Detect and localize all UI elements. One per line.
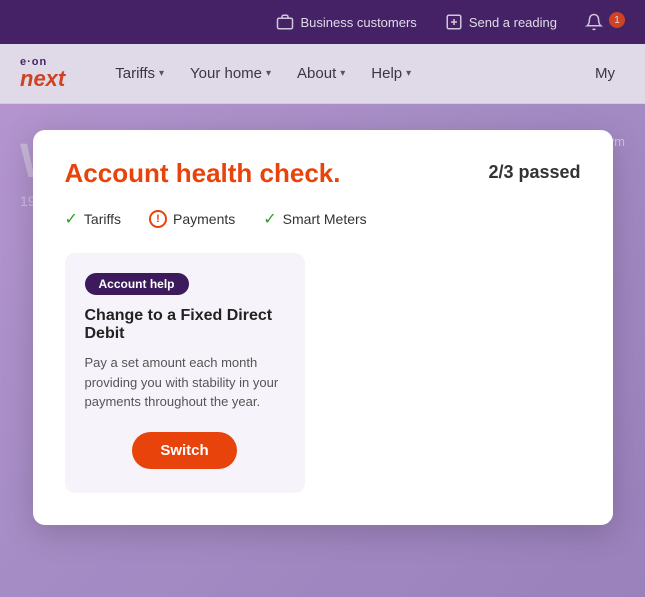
check-payments-label: Payments — [173, 211, 235, 227]
checks-row: ✓ Tariffs ! Payments ✓ Smart Meters — [65, 209, 581, 229]
card-title: Change to a Fixed Direct Debit — [85, 307, 285, 343]
check-tariffs-icon: ✓ — [65, 209, 78, 229]
check-smart-meters: ✓ Smart Meters — [263, 209, 366, 229]
check-smart-meters-label: Smart Meters — [283, 211, 367, 227]
check-payments-icon: ! — [149, 210, 167, 228]
check-smart-meters-icon: ✓ — [263, 209, 276, 229]
card-description: Pay a set amount each month providing yo… — [85, 353, 285, 412]
modal-header: Account health check. 2/3 passed — [65, 158, 581, 189]
check-tariffs: ✓ Tariffs — [65, 209, 122, 229]
switch-button[interactable]: Switch — [132, 432, 236, 469]
check-tariffs-label: Tariffs — [84, 211, 121, 227]
modal-title: Account health check. — [65, 158, 341, 189]
account-help-card: Account help Change to a Fixed Direct De… — [65, 253, 305, 493]
check-payments: ! Payments — [149, 210, 235, 228]
modal-score: 2/3 passed — [488, 162, 580, 183]
card-badge: Account help — [85, 273, 189, 295]
health-check-modal: Account health check. 2/3 passed ✓ Tarif… — [33, 130, 613, 525]
modal-overlay: Account health check. 2/3 passed ✓ Tarif… — [0, 0, 645, 597]
